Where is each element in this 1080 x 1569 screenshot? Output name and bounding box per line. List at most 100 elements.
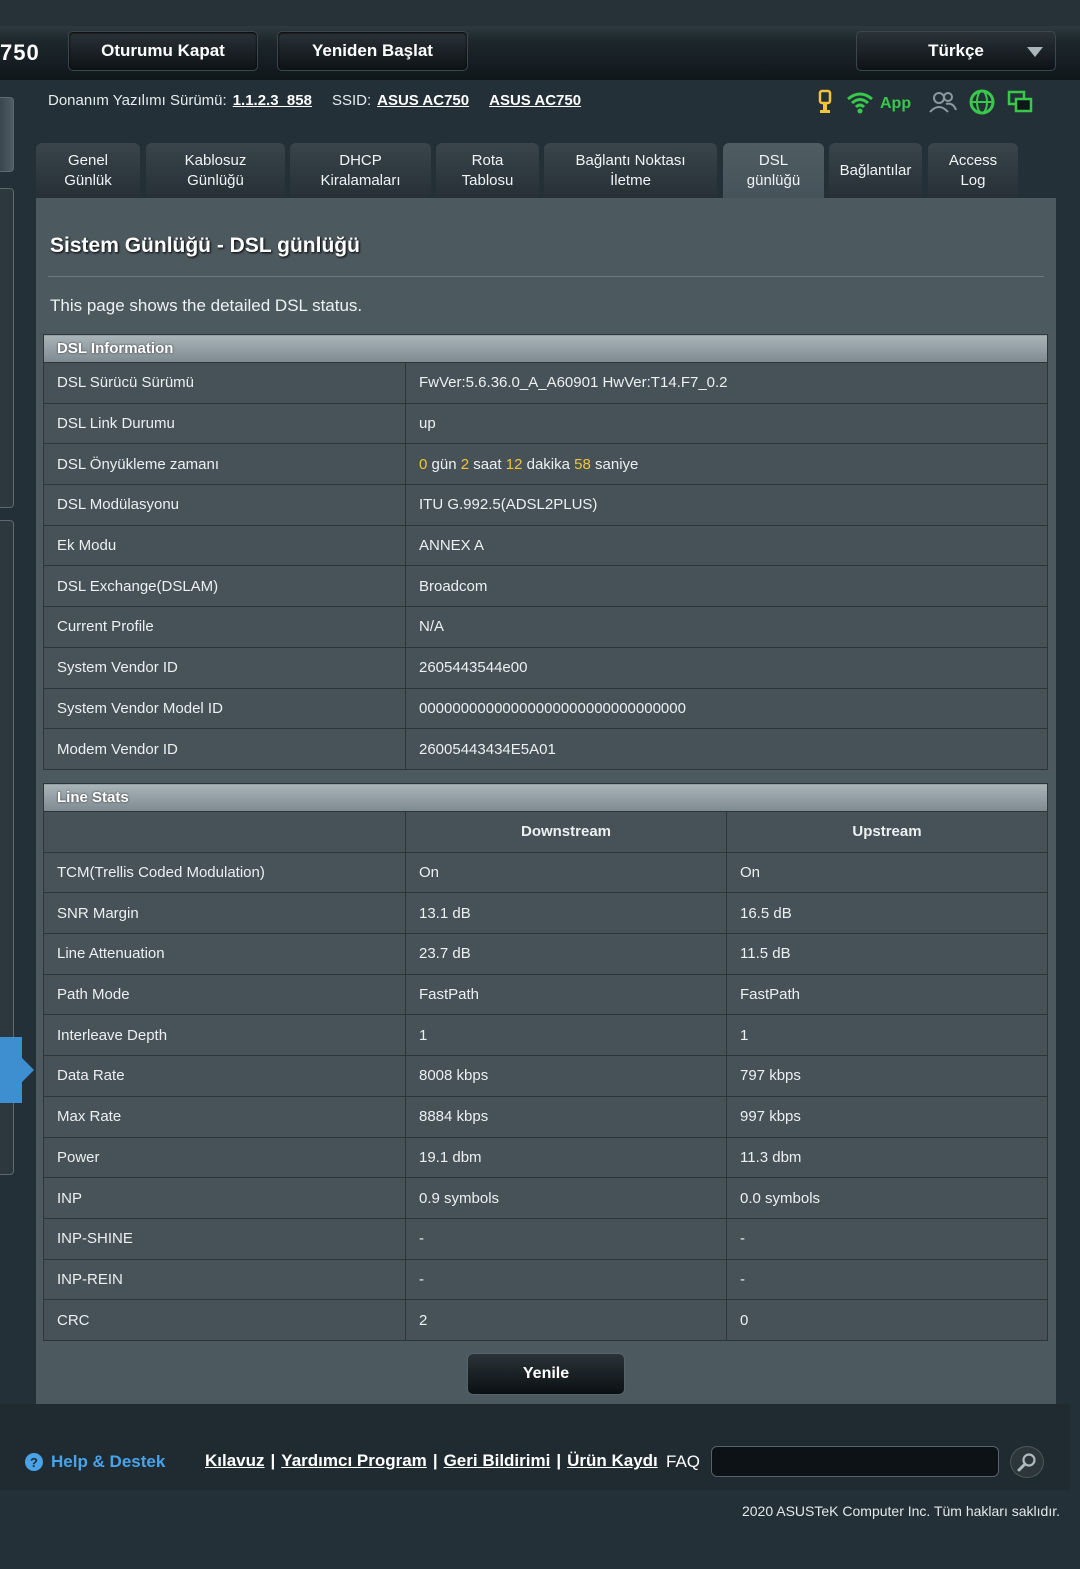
upstream-value: 0.0 symbols — [726, 1177, 1048, 1219]
network-status-icon[interactable] — [1007, 90, 1033, 119]
column-header-row: Downstream Upstream — [43, 811, 1048, 853]
downstream-value: 8884 kbps — [405, 1095, 727, 1138]
app-link[interactable]: App — [880, 95, 911, 113]
table-row: SNR Margin 13.1 dB 16.5 dB — [43, 892, 1048, 935]
help-support-label: Help & Destek — [51, 1452, 166, 1471]
internet-globe-icon[interactable] — [969, 89, 995, 120]
upstream-value: 11.5 dB — [726, 933, 1048, 975]
ssid-link-2[interactable]: ASUS AC750 — [489, 92, 581, 109]
row-label: TCM(Trellis Coded Modulation) — [43, 851, 406, 894]
table-row: Modem Vendor ID 26005443434E5A01 — [43, 728, 1048, 770]
table-row: Power 19.1 dbm 11.3 dbm — [43, 1136, 1048, 1179]
chevron-down-icon — [1027, 47, 1043, 57]
main-panel: Sistem Günlüğü - DSL günlüğü This page s… — [36, 198, 1056, 1404]
line-stats-table: Line Stats Downstream Upstream TCM(Trell… — [43, 783, 1048, 1341]
tab-general-log[interactable]: Genel Günlük — [36, 143, 140, 198]
row-label: INP-REIN — [43, 1258, 406, 1301]
refresh-button[interactable]: Yenile — [467, 1353, 625, 1395]
row-label: DSL Modülasyonu — [43, 484, 406, 526]
table-row: INP-REIN - - — [43, 1258, 1048, 1301]
tab-dhcp-leases[interactable]: DHCP Kiralamaları — [290, 143, 431, 198]
page-description: This page shows the detailed DSL status. — [50, 296, 363, 315]
dsl-info-section-title: DSL Information — [43, 334, 1048, 363]
row-label: INP-SHINE — [43, 1217, 406, 1260]
row-label: Modem Vendor ID — [43, 728, 406, 770]
tab-access-log[interactable]: Access Log — [928, 143, 1018, 198]
upstream-value: - — [726, 1217, 1048, 1260]
row-label: Max Rate — [43, 1095, 406, 1138]
row-value: ANNEX A — [405, 524, 1048, 567]
sidebar-active-indicator — [0, 1037, 34, 1103]
row-label: DSL Sürücü Sürümü — [43, 362, 406, 404]
upstream-value: - — [726, 1258, 1048, 1301]
utility-link[interactable]: Yardımcı Program — [281, 1451, 427, 1471]
usb-icon[interactable] — [816, 89, 834, 120]
row-label: Data Rate — [43, 1055, 406, 1097]
row-label: SNR Margin — [43, 892, 406, 935]
downstream-value: FastPath — [405, 973, 727, 1016]
model-name-fragment: 750 — [0, 40, 40, 65]
table-row: TCM(Trellis Coded Modulation) On On — [43, 851, 1048, 894]
column-header-upstream: Upstream — [726, 811, 1048, 853]
faq-search-button[interactable] — [1010, 1446, 1044, 1478]
table-row: DSL Sürücü Sürümü FwVer:5.6.36.0_A_A60901… — [43, 362, 1048, 404]
row-label: DSL Link Durumu — [43, 402, 406, 445]
feedback-link[interactable]: Geri Bildirimi — [444, 1451, 551, 1471]
table-row: Max Rate 8884 kbps 997 kbps — [43, 1095, 1048, 1138]
tab-routing-table[interactable]: Rota Tablosu — [436, 143, 539, 198]
sidebar-menu-stub[interactable] — [0, 188, 14, 508]
row-label: DSL Önyükleme zamanı — [43, 443, 406, 486]
status-icons: App — [816, 89, 1033, 120]
search-icon — [1017, 1453, 1036, 1472]
firmware-version-link[interactable]: 1.1.2.3_858 — [233, 92, 312, 109]
downstream-value: 0.9 symbols — [405, 1177, 727, 1219]
logout-button[interactable]: Oturumu Kapat — [68, 31, 258, 71]
row-label: Interleave Depth — [43, 1014, 406, 1057]
faq-label: FAQ — [666, 1452, 701, 1471]
reboot-button[interactable]: Yeniden Başlat — [277, 31, 468, 71]
table-row: INP-SHINE - - — [43, 1217, 1048, 1260]
row-value: N/A — [405, 606, 1048, 648]
tab-dsl-log[interactable]: DSL günlüğü — [723, 143, 824, 198]
footer-links: Kılavuz | Yardımcı Program | Geri Bildir… — [205, 1451, 658, 1471]
downstream-value: 19.1 dbm — [405, 1136, 727, 1179]
language-select[interactable]: Türkçe — [856, 31, 1056, 71]
faq-search-input[interactable] — [711, 1446, 999, 1477]
product-registration-link[interactable]: Ürün Kaydı — [567, 1451, 658, 1471]
table-row: System Vendor Model ID 000000000000000000… — [43, 687, 1048, 730]
row-label: Power — [43, 1136, 406, 1179]
table-row: INP 0.9 symbols 0.0 symbols — [43, 1177, 1048, 1219]
sidebar-menu-stub[interactable] — [0, 97, 14, 172]
ssid-link-1[interactable]: ASUS AC750 — [377, 92, 469, 109]
row-value: FwVer:5.6.36.0_A_A60901 HwVer:T14.F7_0.2 — [405, 362, 1048, 404]
firmware-label: Donanım Yazılımı Sürümü: — [48, 92, 227, 109]
ssid-label: SSID: — [331, 92, 372, 109]
downstream-value: - — [405, 1217, 727, 1260]
manual-link[interactable]: Kılavuz — [205, 1451, 265, 1471]
downstream-value: 13.1 dB — [405, 892, 727, 935]
row-label: System Vendor ID — [43, 646, 406, 689]
row-value: up — [405, 402, 1048, 445]
clients-icon[interactable] — [929, 90, 958, 119]
row-label: Line Attenuation — [43, 933, 406, 975]
row-label: CRC — [43, 1299, 406, 1341]
downstream-value: On — [405, 851, 727, 894]
row-value: 00000000000000000000000000000000 — [405, 687, 1048, 730]
wifi-icon[interactable] — [846, 90, 874, 119]
table-row: Line Attenuation 23.7 dB 11.5 dB — [43, 933, 1048, 975]
upstream-value: FastPath — [726, 973, 1048, 1016]
row-value: 26005443434E5A01 — [405, 728, 1048, 770]
downstream-value: 1 — [405, 1014, 727, 1057]
upstream-value: 997 kbps — [726, 1095, 1048, 1138]
tab-wireless-log[interactable]: Kablosuz Günlüğü — [146, 143, 285, 198]
table-row: Current Profile N/A — [43, 606, 1048, 648]
upstream-value: 16.5 dB — [726, 892, 1048, 935]
language-selected-value: Türkçe — [928, 41, 984, 60]
help-support-link[interactable]: ? Help & Destek — [25, 1452, 165, 1472]
line-stats-section-title: Line Stats — [43, 783, 1048, 812]
table-row: System Vendor ID 2605443544e00 — [43, 646, 1048, 689]
row-label: INP — [43, 1177, 406, 1219]
row-value: 2605443544e00 — [405, 646, 1048, 689]
tab-port-forwarding[interactable]: Bağlantı Noktası İletme — [544, 143, 717, 198]
tab-connections[interactable]: Bağlantılar — [829, 143, 922, 198]
